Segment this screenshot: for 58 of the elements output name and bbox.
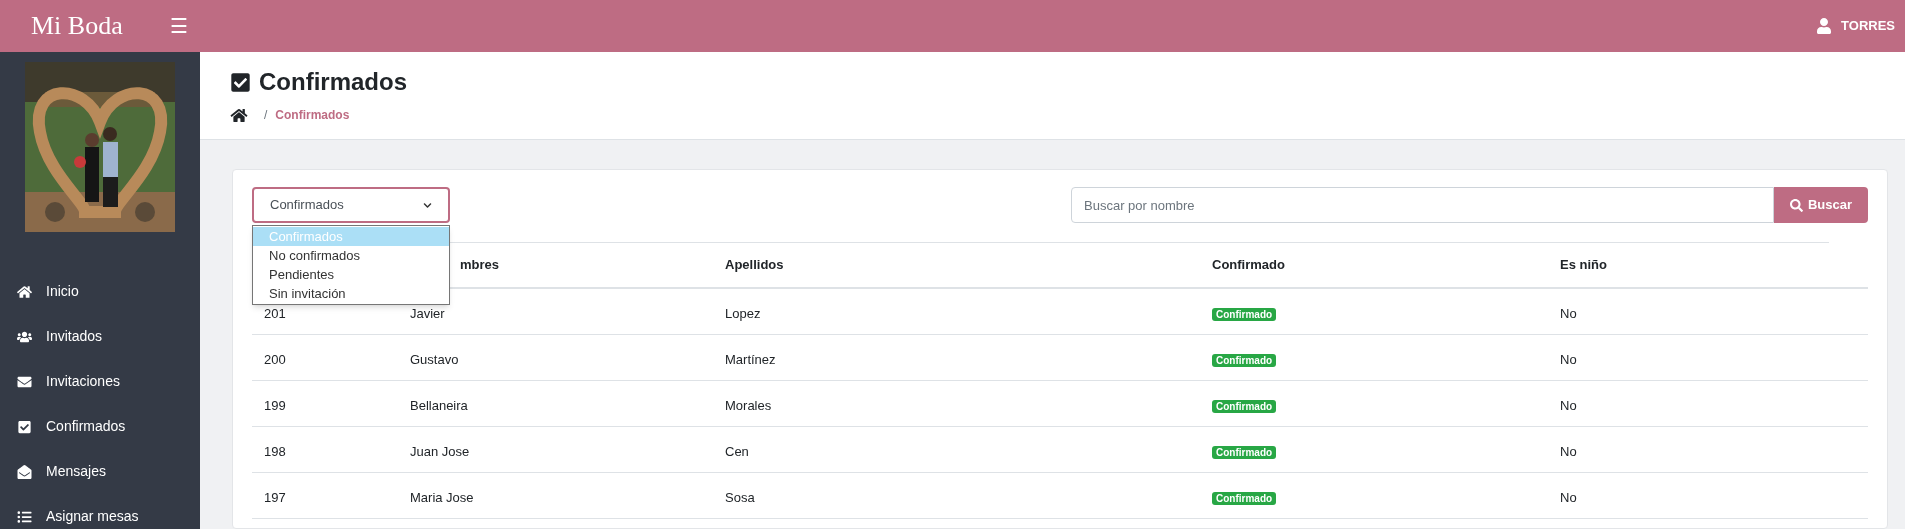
sidebar-item[interactable]: Invitaciones (0, 359, 200, 404)
search-field[interactable]: Buscar por nombre (1071, 187, 1774, 223)
sidebar-item[interactable]: Invitados (0, 314, 200, 359)
checkbox-icon (17, 419, 32, 434)
table-cell: Maria Jose (410, 489, 474, 505)
table-cell: Gustavo (410, 351, 459, 367)
sidebar-item[interactable]: Mensajes (0, 449, 200, 494)
menu-toggle[interactable]: ☰ (170, 16, 188, 36)
status-badge: Confirmado (1212, 491, 1277, 505)
sidebar-item[interactable]: Confirmados (0, 404, 200, 449)
table-cell: No (1560, 397, 1577, 413)
dropdown-option[interactable]: No confirmados (253, 246, 449, 265)
table-cell: Sosa (725, 489, 755, 505)
table-cell: 198 (264, 443, 286, 459)
table-cell: 200 (264, 351, 286, 367)
column-header: Confirmado (1212, 257, 1285, 273)
dropdown-option[interactable]: Pendientes (253, 265, 449, 284)
column-header: mbres (460, 257, 500, 273)
users-icon (17, 329, 32, 344)
table-cell: No (1560, 305, 1577, 321)
status-badge: Confirmado (1212, 445, 1277, 459)
table-cell: No (1560, 489, 1577, 505)
table-cell: 201 (264, 305, 286, 321)
brand-title: Mi Boda (31, 13, 123, 39)
checkbox-icon (230, 71, 251, 93)
home-icon[interactable] (230, 107, 248, 123)
sidebar-item[interactable]: Asignar mesas (0, 494, 200, 529)
table-cell: No (1560, 443, 1577, 459)
user-name[interactable]: TORRES (1841, 16, 1895, 36)
user-icon (1817, 18, 1832, 34)
table-cell: Morales (725, 397, 772, 413)
table-cell: Martínez (725, 351, 776, 367)
table-cell: Lopez (725, 305, 761, 321)
column-header: Es niño (1560, 257, 1607, 273)
search-icon (1789, 198, 1803, 212)
home-icon (17, 284, 32, 299)
open-envelope-icon (17, 464, 32, 479)
table-cell: Bellaneira (410, 397, 468, 413)
table-cell: Javier (410, 305, 445, 321)
chevron-down-icon (423, 200, 432, 210)
status-badge: Confirmado (1212, 399, 1277, 413)
status-badge: Confirmado (1212, 353, 1277, 367)
dropdown-option[interactable]: Sin invitación (253, 284, 449, 303)
page-title: Confirmados (259, 67, 407, 97)
table-cell: 197 (264, 489, 286, 505)
column-header: Apellidos (725, 257, 784, 273)
table-cell: Cen (725, 443, 749, 459)
table-cell: No (1560, 351, 1577, 367)
list-icon (17, 509, 32, 524)
breadcrumb-separator: / (264, 107, 268, 124)
breadcrumb-item[interactable]: Confirmados (275, 106, 350, 124)
filter-select[interactable]: Confirmados (252, 187, 450, 223)
search-button[interactable]: Buscar (1774, 187, 1868, 223)
table-cell: 199 (264, 397, 286, 413)
status-badge: Confirmado (1212, 307, 1277, 321)
envelope-icon (17, 374, 32, 389)
sidebar-item[interactable]: Inicio (0, 269, 200, 314)
table-cell: Juan Jose (410, 443, 470, 459)
